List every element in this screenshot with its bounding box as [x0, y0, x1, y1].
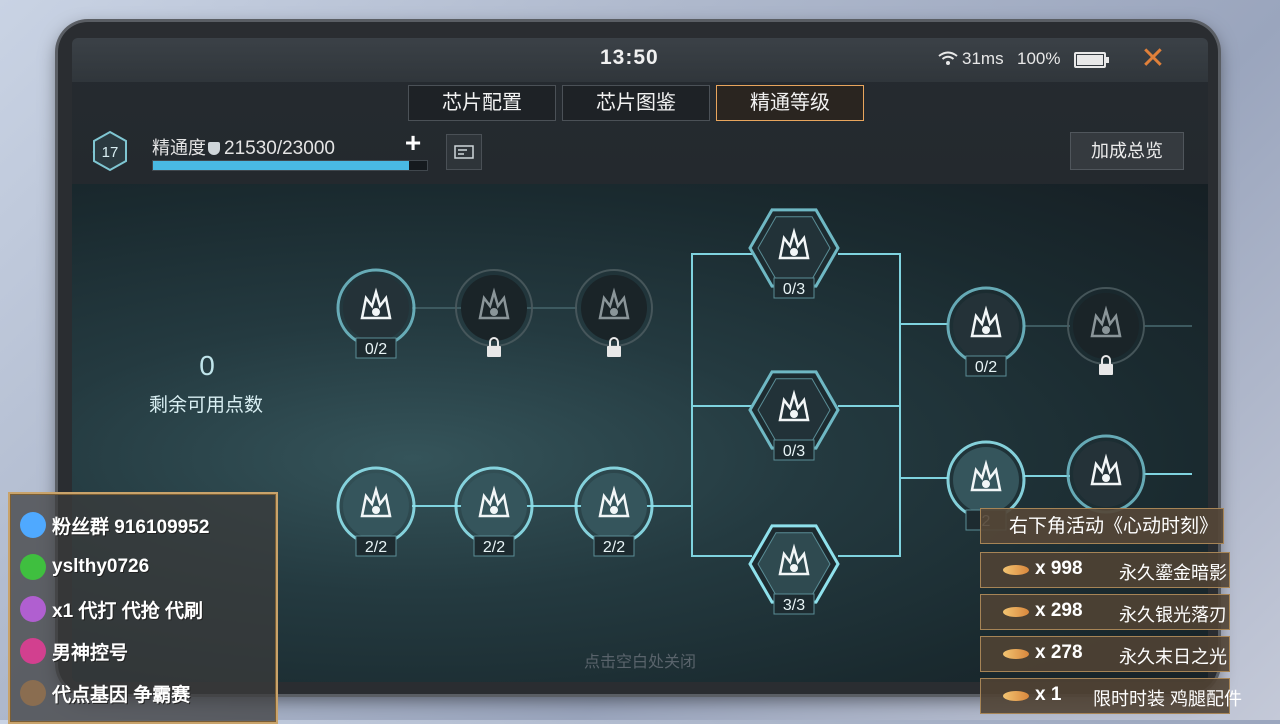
add-mastery-button[interactable]: +	[400, 129, 426, 157]
card-icon	[20, 680, 46, 706]
battery-icon	[1074, 52, 1109, 68]
streamer-info-text: 粉丝群 916109952	[52, 516, 210, 538]
reward-name: 限时时装 鸡腿配件	[1093, 689, 1243, 709]
activity-reward-row: x 998 永久鎏金暗影	[980, 552, 1230, 588]
mastery-progress-bar	[152, 160, 428, 171]
skill-node-shield-flame-icon[interactable]: 2/2	[336, 466, 416, 557]
streamer-info-row: yslthy0726	[20, 552, 149, 582]
streamer-info-row: x1 代打 代抢 代刷	[20, 594, 203, 624]
gift-icon	[1003, 691, 1029, 701]
skill-node-flame-shield-up-icon[interactable]: 0/2	[336, 268, 416, 359]
wifi-icon	[938, 51, 958, 65]
card-icon	[454, 145, 474, 159]
gift-icon	[1003, 607, 1029, 617]
skill-node-burning-magazine-icon[interactable]: 0/3	[748, 208, 840, 299]
gift-icon	[1003, 649, 1029, 659]
activity-reward-row: x 298 永久银光落刃	[980, 594, 1230, 630]
skill-node-pistol-icon[interactable]	[575, 269, 653, 357]
activity-reward-row: x 1 限时时装 鸡腿配件	[980, 678, 1242, 714]
streamer-info-text: x1 代打 代抢 代刷	[52, 600, 203, 622]
node-progress-text: 0/3	[783, 281, 805, 298]
battery-text: 100%	[1017, 49, 1061, 68]
streamer-info-row: 代点基因 争霸赛	[20, 678, 190, 708]
mastery-label: 精通度 21530/23000	[152, 134, 335, 160]
skill-node-body-armor-icon[interactable]: 2/2	[574, 466, 654, 557]
activity-reward-row: x 278 永久末日之光	[980, 636, 1230, 672]
streamer-info-text: yslthy0726	[52, 556, 150, 577]
mastery-value: 21530/23000	[224, 138, 335, 159]
wechat-icon	[20, 554, 46, 580]
skill-node-blades-icon[interactable]: 3/3	[748, 524, 840, 615]
reward-count: x 1	[1035, 684, 1062, 705]
reward-count: x 298	[1035, 600, 1083, 621]
skill-node-heart-shield-icon[interactable]	[1067, 287, 1145, 375]
mastery-label-text: 精通度	[152, 138, 206, 158]
gift-icon	[1003, 565, 1029, 575]
node-progress-text: 0/2	[975, 359, 997, 376]
skill-node-soldier-silhouette-icon[interactable]: 2/2	[454, 466, 534, 557]
skill-node-crosshair-icon[interactable]	[455, 269, 533, 357]
rocket-icon	[20, 596, 46, 622]
node-progress-text: 0/3	[783, 443, 805, 460]
svg-text:17: 17	[102, 144, 119, 161]
reward-name: 永久末日之光	[1119, 647, 1227, 667]
remaining-points-label: 剩余可用点数	[148, 395, 263, 416]
shield-icon	[208, 142, 220, 155]
skill-node-armor-up-icon[interactable]	[1066, 434, 1146, 514]
skill-node-flame-shield-up-icon[interactable]: 0/2	[946, 286, 1026, 377]
streamer-info-text: 代点基因 争霸赛	[52, 684, 191, 706]
streamer-info-text: 男神控号	[52, 642, 129, 664]
tab-chip-codex[interactable]: 芯片图鉴	[562, 85, 710, 121]
status-bar: 13:50 31ms 100% ✕	[72, 38, 1208, 82]
skill-node-rifle-grass-icon[interactable]: 0/3	[748, 370, 840, 461]
qq-icon	[20, 512, 46, 538]
reward-name: 永久鎏金暗影	[1119, 563, 1227, 583]
heart-gift-icon	[20, 638, 46, 664]
tab-mastery-level[interactable]: 精通等级	[716, 85, 864, 121]
activity-title: 右下角活动《心动时刻》	[980, 508, 1224, 544]
reward-name: 永久银光落刃	[1119, 605, 1227, 625]
node-progress-text: 3/3	[783, 597, 805, 614]
mastery-progress-fill	[153, 161, 410, 170]
tab-chip-config[interactable]: 芯片配置	[408, 85, 556, 121]
node-progress-text: 2/2	[365, 539, 387, 556]
activity-panel: 右下角活动《心动时刻》 x 998 永久鎏金暗影 x 298 永久银光落刃 x 278 永…	[978, 508, 1278, 720]
ping-text: 31ms	[962, 49, 1004, 68]
streamer-info-panel: 粉丝群 916109952 yslthy0726 x1 代打 代抢 代刷 男神控号代点…	[8, 492, 278, 724]
clock: 13:50	[600, 46, 659, 69]
remaining-points-value: 0	[199, 350, 215, 381]
card-icon-button[interactable]	[446, 134, 482, 170]
node-progress-text: 0/2	[365, 341, 387, 358]
streamer-info-row: 男神控号	[20, 636, 128, 666]
close-icon[interactable]: ✕	[1138, 44, 1168, 74]
level-badge: 17	[92, 130, 127, 172]
reward-count: x 278	[1035, 642, 1083, 663]
node-progress-text: 2/2	[603, 539, 625, 556]
bonus-summary-button[interactable]: 加成总览	[1070, 132, 1184, 170]
node-progress-text: 2/2	[483, 539, 505, 556]
streamer-info-row: 粉丝群 916109952	[20, 510, 209, 540]
reward-count: x 998	[1035, 558, 1083, 579]
